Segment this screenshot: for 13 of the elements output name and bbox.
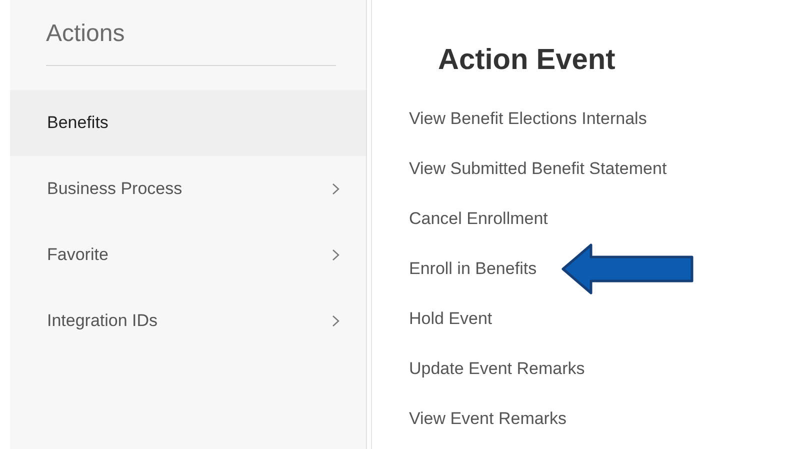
menu-item[interactable]: Hold Event [409,309,492,329]
sidebar-item[interactable]: Favorite [10,222,366,288]
sidebar-item[interactable]: Integration IDs [10,288,366,354]
sidebar-item[interactable]: Benefits [10,90,366,156]
menu-item[interactable]: View Submitted Benefit Statement [409,159,667,179]
menu-item[interactable]: View Benefit Elections Internals [409,109,647,129]
menu-item[interactable]: Cancel Enrollment [409,209,548,229]
sidebar-title: Actions [45,19,126,49]
menu-item[interactable]: View Event Remarks [409,409,566,429]
submenu-title: Action Event [437,43,616,78]
menu-item[interactable]: Enroll in Benefits [409,259,537,279]
sidebar-item[interactable]: Business Process [10,156,366,222]
menu-item[interactable]: Update Event Remarks [409,359,585,379]
